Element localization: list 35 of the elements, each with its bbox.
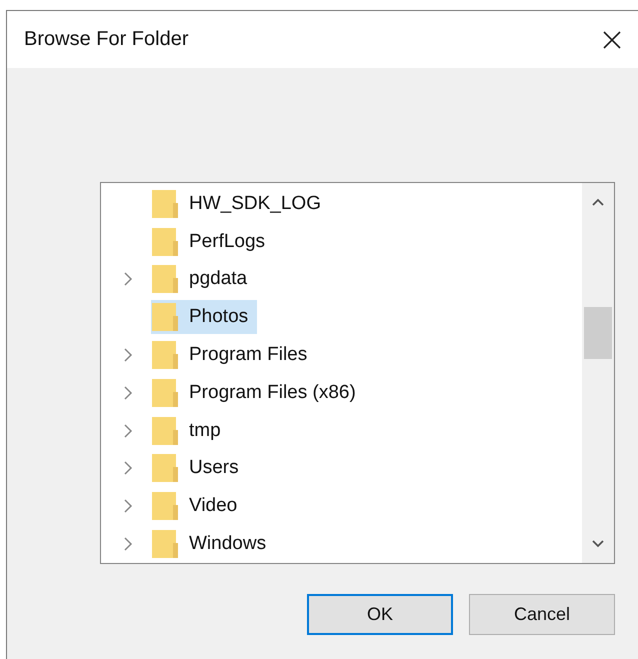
chevron-icon[interactable] xyxy=(123,461,133,476)
dialog-button[interactable]: OK xyxy=(307,594,453,635)
folder-item[interactable]: Program Files xyxy=(151,338,316,372)
dialog-button[interactable]: Cancel xyxy=(469,594,615,635)
chevron-icon[interactable] xyxy=(123,424,133,438)
folder-icon xyxy=(151,378,179,408)
chevron-icon[interactable] xyxy=(123,272,133,286)
close-icon[interactable] xyxy=(602,30,622,50)
folder-icon xyxy=(151,416,179,446)
chevron-icon[interactable] xyxy=(123,499,133,514)
chevron-icon[interactable] xyxy=(123,348,133,362)
scrollbar[interactable] xyxy=(582,183,614,563)
chevron-icon[interactable] xyxy=(123,386,133,400)
folder-icon xyxy=(151,264,179,294)
folder-item[interactable]: Program Files (x86) xyxy=(151,376,365,410)
folder-icon xyxy=(151,529,179,560)
scrollbar-thumb[interactable] xyxy=(584,307,612,359)
folder-icon xyxy=(151,453,179,484)
folder-icon xyxy=(151,491,179,522)
scroll-up-icon[interactable] xyxy=(591,197,605,207)
folder-icon xyxy=(151,340,179,370)
folder-icon xyxy=(151,302,179,332)
folder-item[interactable]: Photos xyxy=(151,300,258,334)
scroll-down-icon[interactable] xyxy=(591,539,605,549)
folder-item[interactable]: PerfLogs xyxy=(151,224,274,259)
folder-item[interactable]: Users xyxy=(151,451,248,486)
folder-item[interactable]: tmp xyxy=(151,414,230,448)
window-title: Browse For Folder xyxy=(24,28,188,51)
folder-item[interactable]: pgdata xyxy=(151,262,256,296)
folder-item[interactable]: Video xyxy=(151,489,246,524)
folder-item[interactable]: Windows xyxy=(151,527,276,562)
chevron-icon[interactable] xyxy=(123,537,133,552)
folder-item[interactable]: HW_SDK_LOG xyxy=(151,186,330,221)
folder-icon xyxy=(151,226,179,257)
folder-icon xyxy=(151,188,179,219)
